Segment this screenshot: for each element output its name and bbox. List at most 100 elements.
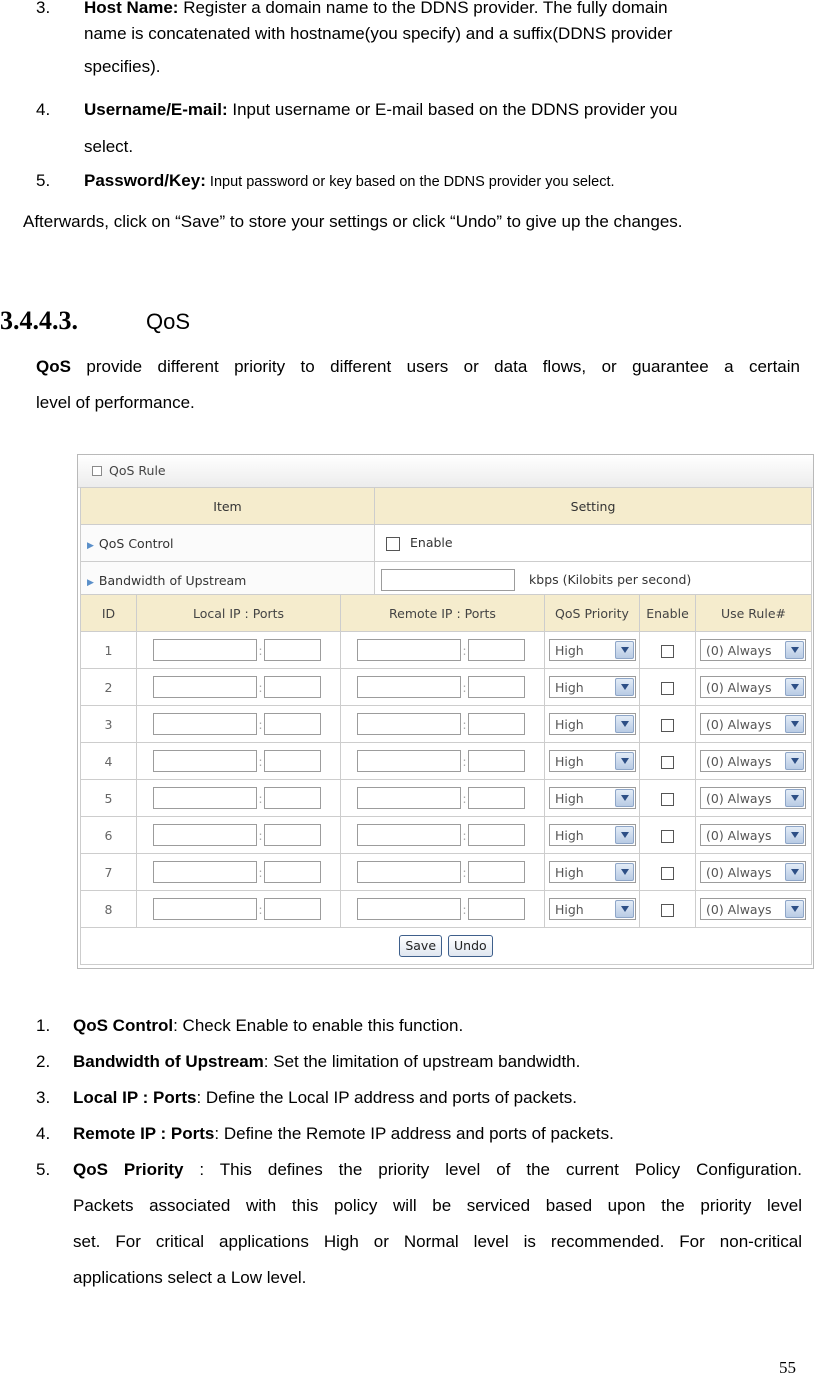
local-ip-input[interactable]: [153, 787, 257, 809]
use-rule-select[interactable]: (0) Always: [700, 639, 806, 661]
local-port-input[interactable]: [264, 750, 321, 772]
local-port-input[interactable]: [264, 898, 321, 920]
local-port-input[interactable]: [264, 824, 321, 846]
use-rule-select[interactable]: (0) Always: [700, 676, 806, 698]
rule-enable-checkbox[interactable]: [661, 903, 674, 917]
chevron-down-icon[interactable]: [615, 715, 634, 733]
bandwidth-input[interactable]: [381, 569, 516, 591]
chevron-down-icon[interactable]: [615, 678, 634, 696]
local-ip-input[interactable]: [153, 676, 257, 698]
local-port-input[interactable]: [264, 639, 321, 661]
chevron-down-icon[interactable]: [785, 863, 804, 881]
local-port-input[interactable]: [264, 676, 321, 698]
panel-title: QoS Rule: [109, 463, 166, 478]
local-ip-input[interactable]: [153, 750, 257, 772]
use-rule-select[interactable]: (0) Always: [700, 713, 806, 735]
chevron-down-icon[interactable]: [785, 678, 804, 696]
col-local-ip: Local IP : Ports: [136, 594, 341, 632]
col-use-rule: Use Rule#: [695, 594, 812, 632]
priority-select[interactable]: High: [549, 824, 636, 846]
local-ip-input[interactable]: [153, 639, 257, 661]
chevron-down-icon[interactable]: [615, 900, 634, 918]
remote-ip-input[interactable]: [357, 676, 461, 698]
use-rule-select[interactable]: (0) Always: [700, 898, 806, 920]
list-item: 4. Remote IP : Ports: Define the Remote …: [36, 1121, 802, 1157]
priority-select[interactable]: High: [549, 787, 636, 809]
remote-ip-input[interactable]: [357, 898, 461, 920]
remote-ip-input[interactable]: [357, 750, 461, 772]
remote-ip-input[interactable]: [357, 713, 461, 735]
rule-enable-checkbox[interactable]: [661, 829, 674, 843]
remote-port-input[interactable]: [468, 713, 525, 735]
priority-select[interactable]: High: [549, 713, 636, 735]
use-rule-value: (0) Always: [706, 754, 772, 769]
use-rule-select[interactable]: (0) Always: [700, 824, 806, 846]
remote-ip-input[interactable]: [357, 861, 461, 883]
rule-enable-checkbox[interactable]: [661, 644, 674, 658]
rule-enable-checkbox[interactable]: [661, 718, 674, 732]
chevron-down-icon[interactable]: [785, 641, 804, 659]
chevron-down-icon[interactable]: [785, 715, 804, 733]
rule-id: 3: [80, 705, 137, 743]
colon-separator: :: [462, 901, 467, 917]
list-number: 4.: [36, 1124, 51, 1143]
chevron-down-icon[interactable]: [785, 789, 804, 807]
collapse-box-icon[interactable]: [92, 466, 102, 476]
local-port-input[interactable]: [264, 787, 321, 809]
list-number: 2.: [36, 1052, 51, 1071]
rule-enable-checkbox[interactable]: [661, 681, 674, 695]
qos-rules-grid: ID Local IP : Ports Remote IP : Ports Qo…: [80, 594, 812, 965]
chevron-down-icon[interactable]: [615, 826, 634, 844]
remote-port-input[interactable]: [468, 639, 525, 661]
chevron-down-icon[interactable]: [615, 789, 634, 807]
grid-header: ID Local IP : Ports Remote IP : Ports Qo…: [80, 594, 812, 632]
rule-id: 4: [80, 742, 137, 780]
rule-enable-checkbox[interactable]: [661, 755, 674, 769]
chevron-down-icon[interactable]: [785, 826, 804, 844]
remote-port-input[interactable]: [468, 824, 525, 846]
local-ip-input[interactable]: [153, 713, 257, 735]
col-id: ID: [80, 594, 137, 632]
table-row: 8:: High (0) Always: [80, 890, 812, 928]
priority-select[interactable]: High: [549, 750, 636, 772]
remote-ip-input[interactable]: [357, 639, 461, 661]
local-ip-input[interactable]: [153, 861, 257, 883]
local-ip-input[interactable]: [153, 824, 257, 846]
remote-ip-input[interactable]: [357, 824, 461, 846]
local-port-input[interactable]: [264, 861, 321, 883]
priority-value: High: [555, 902, 584, 917]
list-term: Host Name:: [84, 0, 179, 17]
priority-select[interactable]: High: [549, 676, 636, 698]
colon-separator: :: [258, 864, 263, 880]
qos-enable-checkbox[interactable]: [386, 536, 401, 551]
list-text: Register a domain name to the DDNS provi…: [178, 0, 668, 17]
list-continuation: specifies).: [84, 57, 161, 76]
local-ip-input[interactable]: [153, 898, 257, 920]
panel-header: QoS Rule: [78, 455, 813, 488]
remote-port-input[interactable]: [468, 898, 525, 920]
rule-enable-checkbox[interactable]: [661, 792, 674, 806]
rule-enable-checkbox[interactable]: [661, 866, 674, 880]
save-button[interactable]: Save: [399, 935, 443, 957]
undo-button[interactable]: Undo: [448, 935, 493, 957]
remote-port-input[interactable]: [468, 676, 525, 698]
chevron-down-icon[interactable]: [785, 900, 804, 918]
priority-select[interactable]: High: [549, 861, 636, 883]
use-rule-select[interactable]: (0) Always: [700, 750, 806, 772]
local-port-input[interactable]: [264, 713, 321, 735]
use-rule-select[interactable]: (0) Always: [700, 787, 806, 809]
use-rule-select[interactable]: (0) Always: [700, 861, 806, 883]
chevron-down-icon[interactable]: [615, 752, 634, 770]
remote-port-input[interactable]: [468, 861, 525, 883]
priority-select[interactable]: High: [549, 898, 636, 920]
chevron-down-icon[interactable]: [615, 863, 634, 881]
list-text: Input password or key based on the DDNS …: [205, 174, 615, 190]
remote-ip-input[interactable]: [357, 787, 461, 809]
remote-port-input[interactable]: [468, 787, 525, 809]
colon-separator: :: [462, 790, 467, 806]
chevron-down-icon[interactable]: [785, 752, 804, 770]
priority-select[interactable]: High: [549, 639, 636, 661]
chevron-down-icon[interactable]: [615, 641, 634, 659]
list-term: Remote IP : Ports: [73, 1124, 215, 1143]
remote-port-input[interactable]: [468, 750, 525, 772]
